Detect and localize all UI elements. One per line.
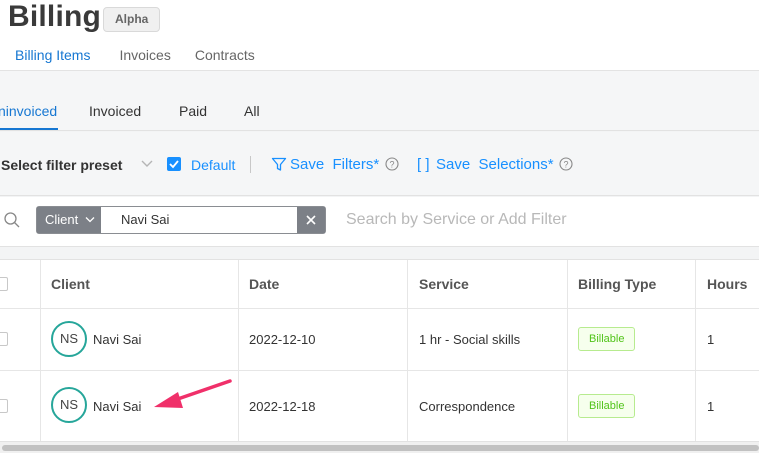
column-header-billing-type[interactable]: Billing Type [578,260,656,308]
status-tabs: ninvoiced Invoiced Paid All [0,71,759,131]
tab-paid[interactable]: Paid [179,103,207,119]
annotation-arrow-icon [154,379,232,408]
service-cell: 1 hr - Social skills [419,332,521,347]
help-icon[interactable]: ? [385,157,399,171]
search-icon [4,212,20,228]
filter-preset-select[interactable]: Select filter preset [1,157,122,173]
client-filter-chip: Client Navi Sai [36,206,326,234]
chip-field-label: Client [45,212,79,227]
client-name-link[interactable]: Navi Sai [93,399,141,414]
row-checkbox[interactable] [0,332,8,346]
svg-text:?: ? [389,160,394,170]
tab-invoices[interactable]: Invoices [105,46,184,71]
filter-preset-bar: Select filter preset Default Save Filter… [0,132,759,196]
filter-icon[interactable] [271,157,287,172]
tab-all[interactable]: All [244,103,260,119]
chip-field-select[interactable]: Client [37,207,101,233]
default-label[interactable]: Default [191,157,235,173]
column-divider [407,260,408,442]
column-divider [567,260,568,442]
divider [250,156,251,173]
close-icon [306,215,316,225]
clear-filter-button[interactable] [297,207,325,233]
billing-table: Client Date Service Billing Type Hours N… [0,259,759,442]
help-icon[interactable]: ? [559,157,573,171]
avatar: NS [51,321,87,357]
column-divider [238,260,239,442]
chip-value[interactable]: Navi Sai [121,207,169,233]
billing-type-badge: Billable [578,327,636,351]
row-divider [0,370,759,371]
active-tab-underline [0,128,58,130]
column-header-service[interactable]: Service [419,260,469,308]
select-all-checkbox[interactable] [0,277,8,291]
tab-contracts[interactable]: Contracts [185,46,270,71]
search-input[interactable] [346,209,746,231]
billing-type-badge: Billable [578,394,636,418]
page-title: Billing [8,0,102,33]
service-cell: Correspondence [419,399,516,414]
date-cell: 2022-12-18 [249,399,316,414]
date-cell: 2022-12-10 [249,332,316,347]
tab-invoiced[interactable]: Invoiced [89,103,141,119]
column-header-client[interactable]: Client [51,260,90,308]
alpha-badge: Alpha [103,7,161,32]
row-checkbox[interactable] [0,399,8,413]
column-divider [695,260,696,442]
scrollbar-thumb[interactable] [2,445,759,451]
column-header-hours[interactable]: Hours [707,260,747,308]
save-selections-button[interactable]: Save Selections* [436,156,554,173]
svg-text:?: ? [563,160,568,170]
avatar: NS [51,387,87,423]
horizontal-scrollbar[interactable] [0,441,759,453]
chevron-down-icon[interactable] [140,159,154,169]
default-checkbox[interactable] [167,157,181,171]
save-filters-button[interactable]: Save Filters* [290,156,379,173]
row-divider [0,308,759,309]
column-header-date[interactable]: Date [249,260,279,308]
bracket-icon: [ ] [417,156,430,173]
client-name-link[interactable]: Navi Sai [93,332,141,347]
chevron-down-icon [85,217,95,223]
tab-billing-items[interactable]: Billing Items [0,46,106,72]
search-bar: Client Navi Sai [0,197,759,247]
column-divider [40,260,41,442]
hours-cell: 1 [707,399,715,414]
tab-uninvoiced[interactable]: ninvoiced [0,103,57,119]
hours-cell: 1 [707,332,715,347]
sub-tabs: Billing Items Invoices Contracts [0,46,270,72]
